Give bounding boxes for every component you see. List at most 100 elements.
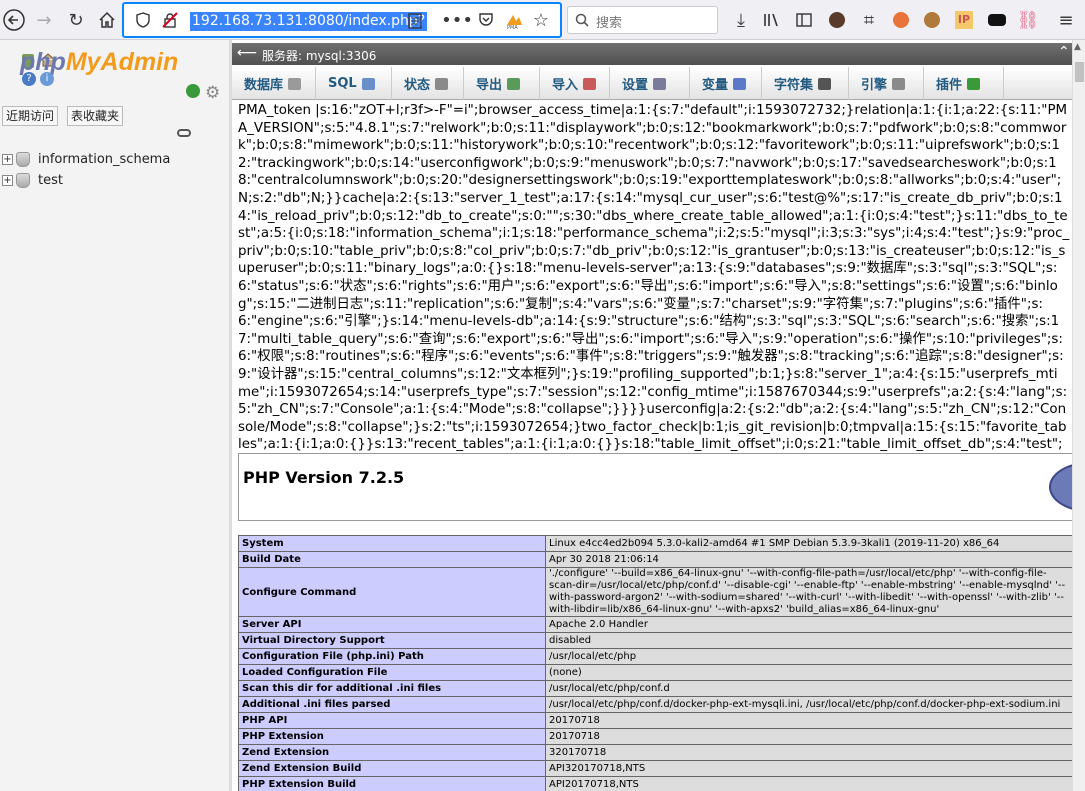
bookmark-star-button[interactable]: ☆ xyxy=(527,6,555,34)
ip-extension-icon: IP xyxy=(955,11,973,29)
info-value: /usr/local/etc/php/conf.d xyxy=(545,680,1072,697)
library-icon xyxy=(764,13,778,27)
menu-button[interactable]: ≡ xyxy=(1052,6,1080,34)
table-row: Configuration File (php.ini) Path/usr/lo… xyxy=(238,648,1072,665)
table-row: Configure Command './configure' '--build=… xyxy=(238,567,1072,617)
vertical-scrollbar[interactable]: ▲ xyxy=(1072,40,1085,791)
profile-button[interactable] xyxy=(823,6,851,34)
svg-text:PMA: PMA xyxy=(507,25,518,30)
url-text[interactable]: 192.168.73.131:8080/index.php? xyxy=(190,12,428,31)
library-button[interactable] xyxy=(758,6,786,34)
table-row: PHP Extension Build API20170718,NTS xyxy=(238,776,1072,791)
scroll-up-arrow-icon[interactable]: ▲ xyxy=(1074,42,1081,52)
reload-button[interactable]: ↻ xyxy=(62,6,90,34)
server-breadcrumb-label[interactable]: 服务器: mysql:3306 xyxy=(262,47,376,64)
tab-engines[interactable]: 引擎 xyxy=(849,67,924,100)
tab-sql[interactable]: SQL xyxy=(316,67,392,100)
forward-button[interactable]: → xyxy=(30,6,58,34)
browser-toolbar: → ↻ 192.168.73.131:8080/index.php? ••• P… xyxy=(0,0,1085,40)
tab-databases[interactable]: 数据库 xyxy=(232,67,316,100)
pocket-button[interactable] xyxy=(472,6,500,34)
session-dump-text: PMA_token |s:16:"zOT+l;r3f>-F"=i";browse… xyxy=(238,103,1070,470)
info-value: 20170718 xyxy=(545,712,1072,729)
link-icon[interactable] xyxy=(177,129,191,137)
databases-icon xyxy=(288,77,302,90)
info-value: /usr/local/etc/php xyxy=(545,648,1072,665)
expand-icon[interactable]: + xyxy=(2,174,13,186)
info-value: (none) xyxy=(545,664,1072,681)
tab-status[interactable]: 状态 xyxy=(392,67,464,100)
database-icon xyxy=(16,151,30,167)
db-name[interactable]: information_schema xyxy=(38,152,170,167)
tab-label: 导出 xyxy=(476,78,503,93)
ext-button-2[interactable] xyxy=(918,6,946,34)
scroll-top-icon[interactable]: ⌃ xyxy=(1058,44,1070,60)
info-value: Apr 30 2018 21:06:14 xyxy=(545,551,1072,568)
ext-button-3[interactable]: IP xyxy=(950,6,978,34)
favorite-tables-button[interactable]: 表收藏夹 xyxy=(67,106,124,126)
info-key: Zend Extension xyxy=(238,744,546,761)
info-value-text: './configure' '--build=x86_64-linux-gnu'… xyxy=(549,568,1066,616)
screenshot-button[interactable]: ⌗ xyxy=(855,6,883,34)
tab-variables[interactable]: 变量 xyxy=(690,67,762,100)
settings-gear-icon[interactable]: ⚙ xyxy=(205,83,220,103)
charset-icon xyxy=(818,77,832,90)
downloads-button[interactable]: ⤓ xyxy=(727,6,755,34)
info-key: Loaded Configuration File xyxy=(238,664,546,681)
table-row: Zend Extension Build API320170718,NTS xyxy=(238,760,1072,777)
info-value: 20170718 xyxy=(545,728,1072,745)
tab-charset[interactable]: 字符集 xyxy=(762,67,849,100)
pma-extension-button[interactable]: PMA xyxy=(500,6,528,34)
info-key: Build Date xyxy=(238,551,546,568)
sidebar-icon xyxy=(796,13,812,27)
reload-nav-icon[interactable] xyxy=(186,84,200,98)
search-input[interactable]: 搜索 xyxy=(567,6,718,34)
logo-myadmin-text: MyAdmin xyxy=(65,48,179,76)
page-actions-button[interactable]: ••• xyxy=(441,6,473,34)
db-tree-item[interactable]: + test xyxy=(0,170,63,190)
navigation-panel: phpMyAdmin ? i ⚙ 近期访问 表收藏夹 + information… xyxy=(0,40,229,791)
link-chain-icon: ⛓ xyxy=(1016,9,1040,31)
scrollbar-thumb[interactable] xyxy=(1075,62,1084,82)
collapse-nav-arrow-icon[interactable]: ⟵ xyxy=(237,45,257,61)
db-name[interactable]: test xyxy=(38,173,63,188)
cookie-icon xyxy=(924,12,940,28)
search-placeholder: 搜索 xyxy=(596,16,623,31)
info-key: Configure Command xyxy=(238,567,546,617)
table-row: Server API Apache 2.0 Handler xyxy=(238,616,1072,633)
ext-button-4[interactable] xyxy=(983,6,1011,34)
engine-icon xyxy=(892,77,906,90)
help-icon[interactable]: ? xyxy=(22,72,36,86)
insecure-lock-icon xyxy=(162,12,178,28)
table-row: Virtual Directory Support disabled xyxy=(238,632,1072,649)
info-value: API320170718,NTS xyxy=(545,760,1072,777)
info-key: Configuration File (php.ini) Path xyxy=(238,648,546,665)
tab-import[interactable]: 导入 xyxy=(540,67,610,100)
info-value: /usr/local/etc/php/conf.d/docker-php-ext… xyxy=(545,696,1072,713)
table-row: PHP Extension 20170718 xyxy=(238,728,1072,745)
db-tree-item[interactable]: + information_schema xyxy=(0,149,170,169)
docs-icon[interactable]: i xyxy=(40,72,54,86)
phpinfo-header: PHP Version 7.2.5 xyxy=(238,453,1072,521)
info-key: Zend Extension Build xyxy=(238,760,546,777)
import-icon xyxy=(583,77,597,90)
expand-icon[interactable]: + xyxy=(2,153,13,165)
export-icon xyxy=(507,77,521,90)
tab-export[interactable]: 导出 xyxy=(464,67,540,100)
database-icon xyxy=(16,172,30,188)
home-button[interactable] xyxy=(93,6,121,34)
ext-button-1[interactable] xyxy=(887,6,915,34)
download-icon: ⤓ xyxy=(737,9,745,31)
reader-view-icon[interactable] xyxy=(408,13,422,29)
tab-settings[interactable]: 设置 xyxy=(610,67,690,100)
ext-button-5[interactable]: ⛓ xyxy=(1014,6,1042,34)
tab-plugins[interactable]: 插件 xyxy=(924,67,1004,100)
recent-tables-button[interactable]: 近期访问 xyxy=(2,106,59,126)
sidebar-button[interactable] xyxy=(790,6,818,34)
back-button[interactable] xyxy=(0,6,28,34)
info-key: PHP API xyxy=(238,712,546,729)
info-value: Apache 2.0 Handler xyxy=(545,616,1072,633)
phpmyadmin-extension-icon: PMA xyxy=(507,15,522,30)
table-row: System Linux e4cc4ed2b094 5.3.0-kali2-amd… xyxy=(238,535,1072,552)
wrench-icon xyxy=(653,77,667,90)
